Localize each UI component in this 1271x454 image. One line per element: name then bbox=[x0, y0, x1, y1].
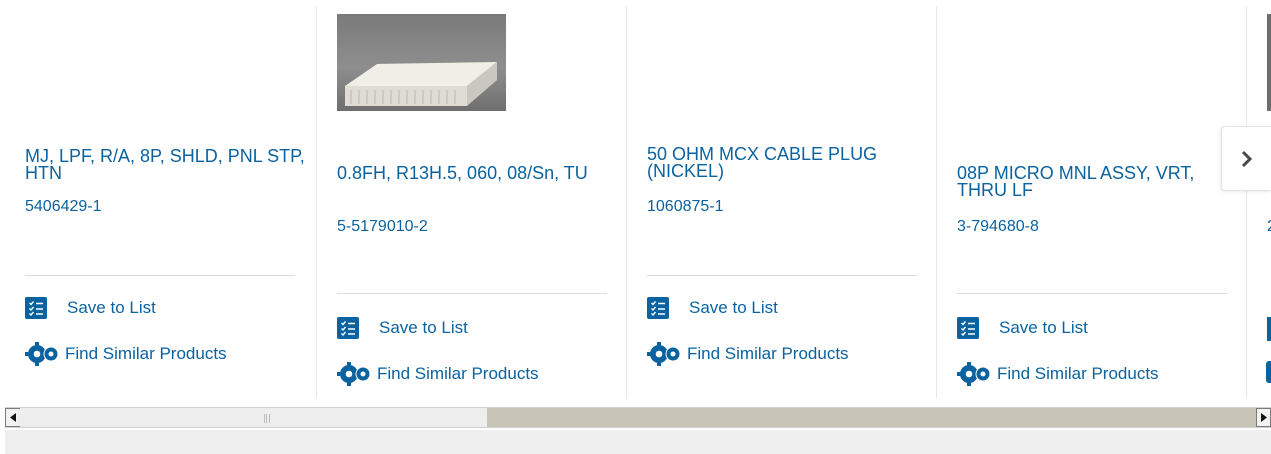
checklist-icon bbox=[957, 317, 979, 339]
product-image[interactable] bbox=[1267, 14, 1271, 111]
save-to-list-button[interactable]: Save to List bbox=[957, 317, 1088, 339]
card-divider bbox=[936, 6, 937, 398]
chevron-right-icon bbox=[1241, 150, 1252, 167]
find-similar-label: Find Similar Products bbox=[687, 344, 849, 363]
find-similar-button[interactable]: Find Similar Products bbox=[337, 361, 539, 387]
find-similar-label: Find Similar Products bbox=[65, 344, 227, 363]
save-to-list-button[interactable]: Save to List bbox=[337, 317, 468, 339]
product-carousel: MJ, LPF, R/A, 8P, SHLD, PNL STP, HTN 540… bbox=[0, 0, 1271, 400]
scroll-right-button[interactable] bbox=[1256, 408, 1271, 427]
product-title-link[interactable]: 0.8FH, R13H.5, 060, 08/Sn, TU bbox=[337, 164, 617, 182]
card-divider bbox=[316, 6, 317, 398]
save-to-list-label: Save to List bbox=[67, 298, 156, 317]
gears-icon bbox=[647, 341, 683, 367]
carousel-next-button[interactable] bbox=[1221, 126, 1271, 191]
product-title-link[interactable]: 50 OHM MCX CABLE PLUG (NICKEL) bbox=[647, 145, 927, 180]
find-similar-button[interactable]: Find Similar Products bbox=[647, 341, 849, 367]
scrollbar-track[interactable] bbox=[487, 408, 1259, 427]
checklist-icon bbox=[647, 297, 669, 319]
save-to-list-label: Save to List bbox=[999, 318, 1088, 337]
find-similar-button[interactable]: Find Similar Products bbox=[25, 341, 227, 367]
gears-icon bbox=[957, 361, 993, 387]
product-image[interactable] bbox=[337, 14, 506, 111]
part-number-link[interactable]: 5-5179010-2 bbox=[337, 218, 428, 236]
product-title-link[interactable]: 08P MICRO MNL ASSY, VRT, THRU LF bbox=[957, 164, 1237, 199]
product-title-link[interactable]: MJ, LPF, R/A, 8P, SHLD, PNL STP, HTN bbox=[25, 147, 305, 182]
checklist-icon[interactable] bbox=[1267, 317, 1271, 341]
card-separator bbox=[647, 275, 917, 276]
footer-area bbox=[5, 430, 1271, 454]
find-similar-label: Find Similar Products bbox=[377, 364, 539, 383]
part-number-link[interactable]: 2 bbox=[1267, 218, 1271, 236]
save-to-list-button[interactable]: Save to List bbox=[25, 297, 156, 319]
save-to-list-button[interactable]: Save to List bbox=[647, 297, 778, 319]
product-card: 50 OHM MCX CABLE PLUG (NICKEL) 1060875-1… bbox=[626, 0, 936, 400]
checklist-icon bbox=[25, 297, 47, 319]
find-similar-label: Find Similar Products bbox=[997, 364, 1159, 383]
arrow-right-icon bbox=[1260, 413, 1267, 422]
product-card: 2 bbox=[1246, 0, 1271, 400]
card-divider bbox=[626, 6, 627, 398]
find-similar-button[interactable]: Find Similar Products bbox=[957, 361, 1159, 387]
product-card: 08P MICRO MNL ASSY, VRT, THRU LF 3-79468… bbox=[936, 0, 1246, 400]
card-separator bbox=[337, 293, 607, 294]
product-card: MJ, LPF, R/A, 8P, SHLD, PNL STP, HTN 540… bbox=[0, 0, 310, 400]
part-number-link[interactable]: 3-794680-8 bbox=[957, 218, 1039, 236]
part-number-link[interactable]: 5406429-1 bbox=[25, 198, 102, 216]
checklist-icon bbox=[337, 317, 359, 339]
arrow-left-icon bbox=[9, 413, 16, 422]
gears-icon bbox=[25, 341, 61, 367]
scrollbar-grip bbox=[264, 414, 270, 423]
scrollbar-thumb[interactable] bbox=[17, 409, 487, 426]
gears-icon bbox=[337, 361, 373, 387]
card-separator bbox=[957, 293, 1227, 294]
horizontal-scrollbar[interactable] bbox=[5, 407, 1271, 428]
product-card: 0.8FH, R13H.5, 060, 08/Sn, TU 5-5179010-… bbox=[316, 0, 626, 400]
card-divider bbox=[1246, 6, 1247, 398]
save-to-list-label: Save to List bbox=[689, 298, 778, 317]
card-separator bbox=[25, 275, 295, 276]
save-to-list-label: Save to List bbox=[379, 318, 468, 337]
gears-icon[interactable] bbox=[1266, 361, 1271, 383]
part-number-link[interactable]: 1060875-1 bbox=[647, 198, 724, 216]
